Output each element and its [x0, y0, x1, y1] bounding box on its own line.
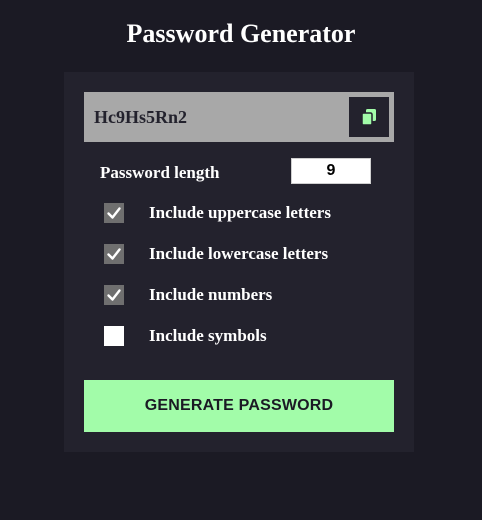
checkmark-icon — [107, 207, 121, 219]
checkmark-icon — [107, 289, 121, 301]
password-result-text: Hc9Hs5Rn2 — [94, 107, 188, 127]
checkmark-icon — [107, 248, 121, 260]
generate-password-button[interactable]: GENERATE PASSWORD — [84, 380, 394, 432]
generator-panel: Hc9Hs5Rn2 Password length Include upperc… — [64, 72, 414, 452]
numbers-checkbox[interactable] — [104, 285, 124, 305]
page-title: Password Generator — [126, 19, 356, 48]
lowercase-label: Include lowercase letters — [149, 244, 329, 263]
password-length-label: Password length — [100, 163, 220, 182]
symbols-label: Include symbols — [149, 326, 267, 345]
uppercase-checkbox[interactable] — [104, 203, 124, 223]
symbols-checkbox[interactable] — [104, 326, 124, 346]
uppercase-label: Include uppercase letters — [149, 203, 331, 222]
password-length-input[interactable] — [291, 158, 371, 184]
copy-button[interactable] — [349, 97, 389, 137]
password-result-box: Hc9Hs5Rn2 — [84, 92, 394, 142]
numbers-label: Include numbers — [149, 285, 273, 304]
copy-icon — [361, 109, 376, 126]
lowercase-checkbox[interactable] — [104, 244, 124, 264]
